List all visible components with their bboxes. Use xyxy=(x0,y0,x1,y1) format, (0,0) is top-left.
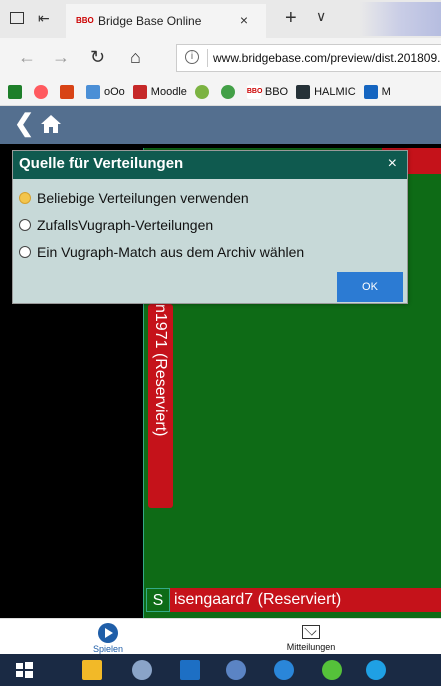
favorites-bar: oOo Moodle BBO BBO HALMIC M xyxy=(0,78,441,106)
bbo-icon: BBO xyxy=(246,84,262,99)
app-globe-icon[interactable] xyxy=(226,660,246,680)
folder-icon xyxy=(86,84,100,99)
fav-item[interactable] xyxy=(194,84,213,99)
app-icon xyxy=(60,84,74,99)
url-separator xyxy=(207,49,208,67)
option-vugraph-archive[interactable]: Ein Vugraph-Match aus dem Archiv wählen xyxy=(19,244,304,260)
ok-button[interactable]: OK xyxy=(337,272,403,302)
music-app-icon[interactable] xyxy=(322,660,342,680)
tab-actions-icon[interactable] xyxy=(10,12,24,24)
halmic-icon xyxy=(296,84,311,99)
fav-item[interactable]: oOo xyxy=(86,84,125,99)
dialog-header: Quelle für Verteilungen × xyxy=(13,151,407,179)
fav-item[interactable]: M xyxy=(363,84,391,99)
edge-icon[interactable] xyxy=(274,660,294,680)
fav-item[interactable]: BBO BBO xyxy=(246,84,289,99)
option-label: Ein Vugraph-Match aus dem Archiv wählen xyxy=(37,244,305,260)
fav-item[interactable] xyxy=(220,84,239,99)
home-icon[interactable]: ⌂ xyxy=(130,48,141,66)
play-icon xyxy=(98,623,118,643)
tab-close-icon[interactable]: × xyxy=(240,12,248,28)
home-icon[interactable] xyxy=(40,114,62,134)
fav-label: BBO xyxy=(264,85,289,98)
dialog-close-icon[interactable]: × xyxy=(388,155,397,173)
fav-item[interactable] xyxy=(8,84,26,99)
tab-messages[interactable]: Mitteilungen xyxy=(276,621,346,653)
radio-unselected[interactable] xyxy=(19,219,31,231)
option-vugraph-random[interactable]: ZufallsVugraph-Verteilungen xyxy=(19,217,213,233)
radio-unselected[interactable] xyxy=(19,246,31,258)
set-tabs-aside-icon[interactable]: ⇤ xyxy=(38,10,50,27)
option-label: Beliebige Verteilungen verwenden xyxy=(37,190,249,206)
fav-item[interactable] xyxy=(34,84,52,99)
mail-icon xyxy=(302,625,320,639)
moodle-icon xyxy=(132,84,147,99)
bottom-tab-bar: Spielen Mitteilungen xyxy=(0,618,441,654)
fav-label: Moodle xyxy=(150,85,187,98)
tab-title: Bridge Base Online xyxy=(98,14,202,28)
address-bar: ← → ↻ ⌂ i www.bridgebase.com/preview/dis… xyxy=(0,38,441,78)
windows-start-icon[interactable] xyxy=(14,660,34,680)
app-header: ❮ xyxy=(0,106,441,144)
site-info-icon[interactable]: i xyxy=(185,50,199,64)
south-seat-bar[interactable]: S isengaard7 (Reserviert) xyxy=(146,588,441,612)
back-arrow-icon[interactable]: ← xyxy=(18,48,36,66)
option-label: ZufallsVugraph-Verteilungen xyxy=(37,217,214,233)
url-field[interactable]: i www.bridgebase.com/preview/dist.201809… xyxy=(176,44,441,72)
dialog-title: Quelle für Verteilungen xyxy=(19,155,184,172)
fav-item[interactable] xyxy=(60,84,78,99)
fav-item[interactable]: Moodle xyxy=(132,84,187,99)
option-random-deals[interactable]: Beliebige Verteilungen verwenden xyxy=(19,190,249,206)
browser-tab-strip: ⇤ BBO Bridge Base Online × + ∨ xyxy=(0,0,441,38)
refresh-icon[interactable]: ↻ xyxy=(90,48,105,66)
fav-item[interactable]: HALMIC xyxy=(296,84,356,99)
url-text: www.bridgebase.com/preview/dist.201809..… xyxy=(213,51,441,65)
tab-play[interactable]: Spielen xyxy=(86,621,130,655)
os-taskbar xyxy=(0,654,441,686)
back-chevron-icon[interactable]: ❮ xyxy=(14,112,34,136)
m-icon xyxy=(363,84,378,99)
x-icon xyxy=(8,84,22,99)
radio-selected[interactable] xyxy=(19,192,31,204)
deal-source-dialog: Quelle für Verteilungen × Beliebige Vert… xyxy=(12,150,408,304)
new-tab-button[interactable]: + xyxy=(285,8,297,28)
id-icon xyxy=(220,84,235,99)
outlook-icon[interactable] xyxy=(180,660,200,680)
airbnb-icon xyxy=(34,84,48,99)
bbo-favicon-icon: BBO xyxy=(76,16,94,25)
south-seat-label: S xyxy=(146,588,170,612)
tab-messages-label: Mitteilungen xyxy=(286,642,336,652)
tab-list-chevron-icon[interactable]: ∨ xyxy=(316,8,326,25)
u-icon xyxy=(194,84,209,99)
west-player-name: n1971 (Reserviert) xyxy=(152,304,169,437)
browser-tab[interactable]: BBO Bridge Base Online × xyxy=(66,4,266,38)
south-player-name: isengaard7 (Reserviert) xyxy=(174,591,342,608)
fav-label: HALMIC xyxy=(314,85,356,98)
forward-arrow-icon[interactable]: → xyxy=(52,48,70,66)
fav-label: M xyxy=(381,85,391,98)
snipping-tool-icon[interactable] xyxy=(132,660,152,680)
file-explorer-icon[interactable] xyxy=(82,660,102,680)
west-seat-bar[interactable]: n1971 (Reserviert) xyxy=(148,304,173,508)
window-controls-area xyxy=(360,2,441,36)
fav-label: oOo xyxy=(104,85,125,98)
skype-icon[interactable] xyxy=(366,660,386,680)
